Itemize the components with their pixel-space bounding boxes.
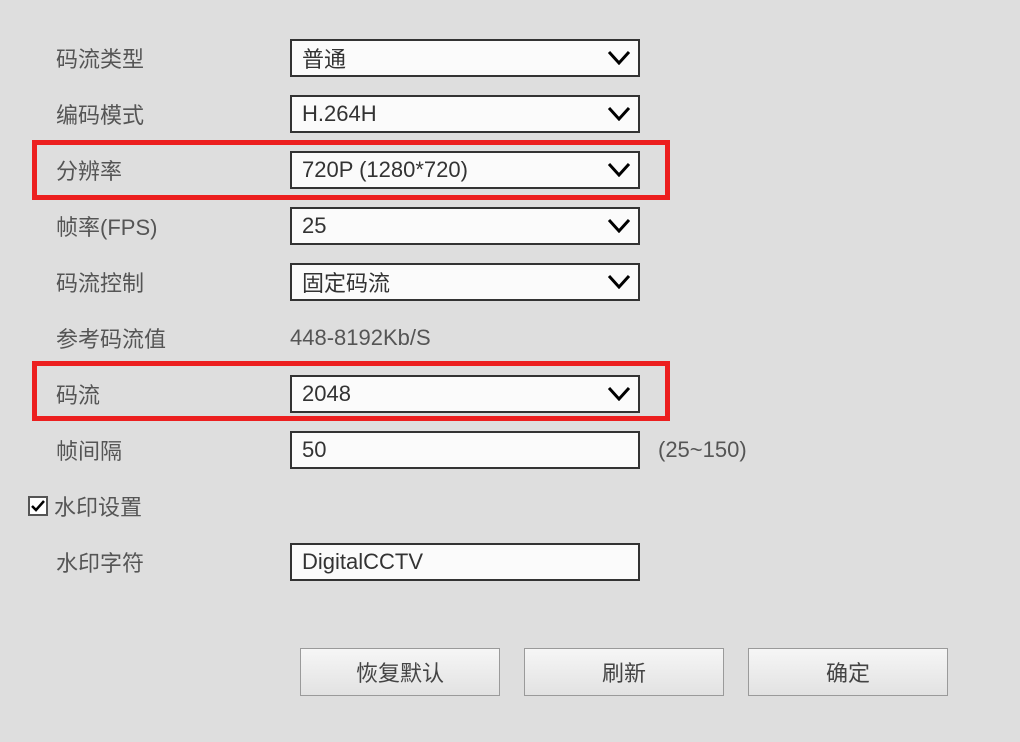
select-encode-mode[interactable]: H.264H	[290, 95, 640, 133]
select-value: 2048	[302, 381, 351, 407]
restore-default-button[interactable]: 恢复默认	[300, 648, 500, 696]
input-value: 50	[302, 437, 326, 463]
value-ref-bitrate: 448-8192Kb/S	[290, 325, 431, 351]
label-bitrate-control: 码流控制	[0, 266, 290, 298]
button-row: 恢复默认 刷新 确定	[0, 648, 1020, 696]
label-watermark: 水印设置	[54, 490, 142, 522]
checkbox-watermark[interactable]	[28, 496, 48, 516]
chevron-down-icon	[608, 157, 630, 183]
refresh-button[interactable]: 刷新	[524, 648, 724, 696]
select-bitrate[interactable]: 2048	[290, 375, 640, 413]
chevron-down-icon	[608, 45, 630, 71]
select-value: 720P (1280*720)	[302, 157, 468, 183]
row-frame-rate: 帧率(FPS) 25	[0, 198, 1020, 254]
input-value: DigitalCCTV	[302, 549, 423, 575]
row-watermark-chars: 水印字符 DigitalCCTV	[0, 534, 1020, 590]
row-bitrate-control: 码流控制 固定码流	[0, 254, 1020, 310]
chevron-down-icon	[608, 101, 630, 127]
input-watermark-chars[interactable]: DigitalCCTV	[290, 543, 640, 581]
select-bitrate-control[interactable]: 固定码流	[290, 263, 640, 301]
chevron-down-icon	[608, 269, 630, 295]
row-stream-type: 码流类型 普通	[0, 30, 1020, 86]
settings-form: 码流类型 普通 编码模式 H.264H 分辨率 720P (1280*720) …	[0, 0, 1020, 590]
row-iframe-interval: 帧间隔 50 (25~150)	[0, 422, 1020, 478]
label-encode-mode: 编码模式	[0, 98, 290, 130]
label-frame-rate: 帧率(FPS)	[0, 210, 290, 242]
label-iframe-interval: 帧间隔	[0, 434, 290, 466]
label-watermark-chars: 水印字符	[0, 546, 290, 578]
hint-iframe-interval: (25~150)	[658, 437, 747, 463]
row-encode-mode: 编码模式 H.264H	[0, 86, 1020, 142]
select-resolution[interactable]: 720P (1280*720)	[290, 151, 640, 189]
select-value: 25	[302, 213, 326, 239]
select-frame-rate[interactable]: 25	[290, 207, 640, 245]
row-ref-bitrate: 参考码流值 448-8192Kb/S	[0, 310, 1020, 366]
select-value: H.264H	[302, 101, 377, 127]
select-value: 普通	[302, 42, 346, 74]
label-stream-type: 码流类型	[0, 42, 290, 74]
confirm-button[interactable]: 确定	[748, 648, 948, 696]
check-icon	[30, 498, 46, 514]
chevron-down-icon	[608, 381, 630, 407]
select-stream-type[interactable]: 普通	[290, 39, 640, 77]
label-ref-bitrate: 参考码流值	[0, 322, 290, 354]
label-resolution: 分辨率	[0, 154, 290, 186]
row-watermark: 水印设置	[0, 478, 1020, 534]
chevron-down-icon	[608, 213, 630, 239]
row-bitrate: 码流 2048	[0, 366, 1020, 422]
select-value: 固定码流	[302, 266, 390, 298]
input-iframe-interval[interactable]: 50	[290, 431, 640, 469]
label-bitrate: 码流	[0, 378, 290, 410]
row-resolution: 分辨率 720P (1280*720)	[0, 142, 1020, 198]
